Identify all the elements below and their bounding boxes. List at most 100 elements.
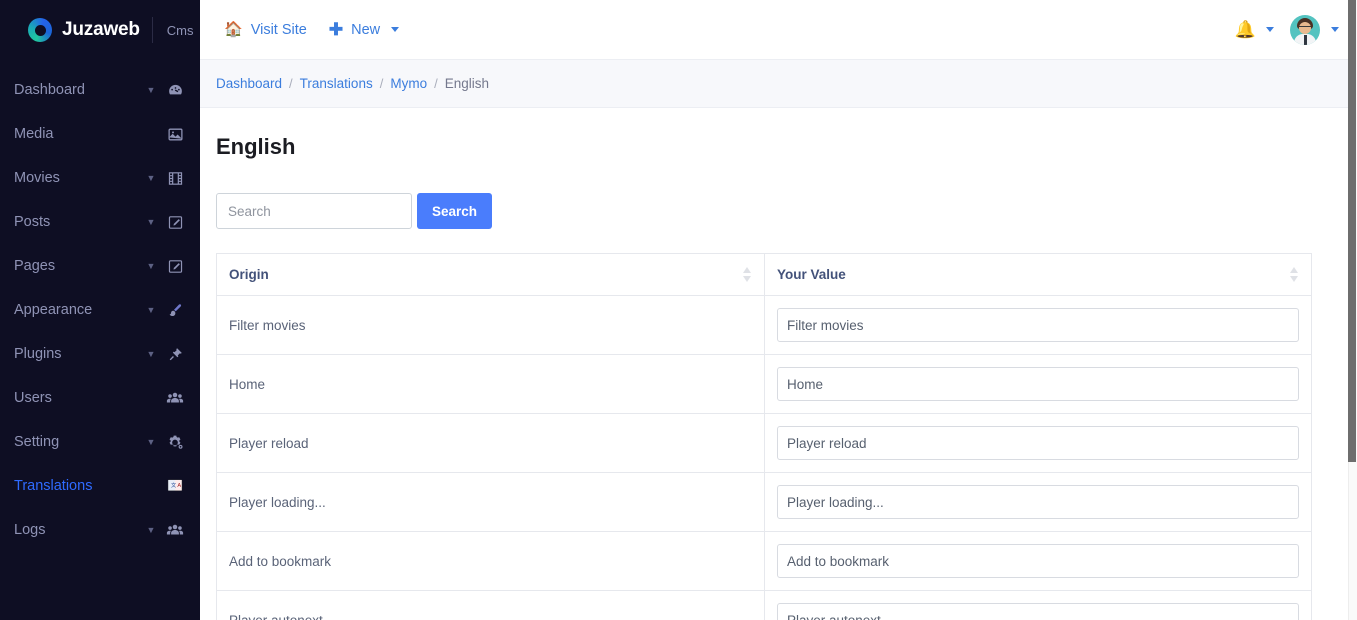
topbar-right: 🔔 (1235, 14, 1339, 45)
sort-arrows-icon[interactable] (743, 267, 752, 282)
sidebar-item-label: Pages (14, 258, 56, 274)
caret-down-icon (1331, 27, 1339, 32)
page-title: English (216, 134, 296, 159)
value-cell (764, 354, 1312, 414)
column-header-origin[interactable]: Origin (216, 253, 765, 296)
sidebar-item-movies[interactable]: Movies ▼ (0, 156, 200, 200)
translate-book-icon: 文A (164, 476, 186, 496)
breadcrumb-separator: / (379, 76, 384, 91)
sidebar: Juzaweb Cms Dashboard ▼ Media Movies ▼ P… (0, 0, 200, 620)
breadcrumb-item-dashboard[interactable]: Dashboard (216, 76, 282, 91)
chevron-down-icon: ▼ (146, 260, 156, 271)
value-cell (764, 531, 1312, 591)
search-input[interactable] (216, 193, 412, 229)
column-header-label: Origin (229, 267, 269, 282)
user-menu-button[interactable] (1290, 14, 1339, 45)
sidebar-item-logs[interactable]: Logs ▼ (0, 508, 200, 552)
chevron-down-icon: ▼ (146, 436, 156, 447)
chevron-down-icon: ▼ (146, 172, 156, 183)
chevron-down-icon: ▼ (146, 304, 156, 315)
value-cell (764, 590, 1312, 620)
content: English Search Origin (200, 108, 1357, 620)
translation-value-input[interactable] (777, 367, 1299, 401)
breadcrumb-item-mymo[interactable]: Mymo (390, 76, 427, 91)
svg-text:A: A (177, 483, 181, 489)
column-header-label: Your Value (777, 267, 846, 282)
table-row: Player reload (216, 413, 1312, 473)
page-scrollbar[interactable] (1348, 0, 1357, 620)
breadcrumb-item-translations[interactable]: Translations (300, 76, 373, 91)
visit-site-button[interactable]: 🏠 Visit Site (224, 22, 307, 38)
paintbrush-icon (164, 300, 186, 320)
value-cell (764, 295, 1312, 355)
sidebar-item-posts[interactable]: Posts ▼ (0, 200, 200, 244)
breadcrumb-item-english: English (444, 76, 489, 91)
origin-cell: Player reload (216, 413, 765, 473)
users-icon (164, 388, 186, 408)
origin-cell: Home (216, 354, 765, 414)
table-row: Player loading... (216, 472, 1312, 532)
search-button[interactable]: Search (417, 193, 493, 229)
table-head: Origin Your Value (216, 253, 1312, 296)
table-row: Home (216, 354, 1312, 414)
sidebar-item-label: Media (14, 126, 54, 142)
users-icon (164, 520, 186, 540)
sidebar-item-pages[interactable]: Pages ▼ (0, 244, 200, 288)
sidebar-item-appearance[interactable]: Appearance ▼ (0, 288, 200, 332)
origin-cell: Player autonext... (216, 590, 765, 620)
chevron-down-icon: ▼ (146, 216, 156, 227)
sidebar-item-label: Plugins (14, 346, 62, 362)
chevron-down-icon: ▼ (146, 348, 156, 359)
translation-value-input[interactable] (777, 308, 1299, 342)
gears-icon (164, 432, 186, 452)
sort-arrows-icon[interactable] (1290, 267, 1299, 282)
breadcrumb-separator: / (289, 76, 293, 91)
pencil-square-icon (164, 212, 186, 232)
brand-logo[interactable]: Juzaweb Cms (0, 0, 200, 60)
sidebar-item-users[interactable]: Users (0, 376, 200, 420)
sidebar-item-translations[interactable]: Translations 文A (0, 464, 200, 508)
topbar: 🏠 Visit Site ✚ New 🔔 (200, 0, 1357, 60)
search-bar: Search (216, 193, 1341, 229)
origin-cell: Add to bookmark (216, 531, 765, 591)
new-menu-button[interactable]: ✚ New (328, 20, 400, 39)
ring-logo-icon (28, 18, 52, 42)
column-header-your-value[interactable]: Your Value (764, 253, 1312, 296)
pencil-square-icon (164, 256, 186, 276)
main-area: 🏠 Visit Site ✚ New 🔔 Dashboard / Transla… (200, 0, 1357, 620)
origin-cell: Filter movies (216, 295, 765, 355)
sidebar-item-label: Setting (14, 434, 60, 450)
caret-down-icon (391, 27, 400, 32)
sidebar-item-plugins[interactable]: Plugins ▼ (0, 332, 200, 376)
translation-value-input[interactable] (777, 544, 1299, 578)
avatar-tie (1303, 34, 1307, 45)
translation-value-input[interactable] (777, 485, 1299, 519)
sidebar-item-label: Translations (14, 478, 93, 494)
origin-cell: Player loading... (216, 472, 765, 532)
plus-icon: ✚ (328, 20, 344, 39)
sidebar-item-label: Users (14, 390, 52, 406)
table-row: Player autonext... (216, 590, 1312, 620)
translation-value-input[interactable] (777, 603, 1299, 620)
translation-value-input[interactable] (777, 426, 1299, 460)
notifications-button[interactable]: 🔔 (1235, 21, 1274, 38)
brand-name: Juzaweb (62, 19, 140, 40)
topbar-left: 🏠 Visit Site ✚ New (224, 20, 400, 39)
translations-table: Origin Your Value Filter movies Filter m… (216, 253, 1312, 620)
chevron-down-icon: ▼ (146, 84, 156, 95)
breadcrumb: Dashboard / Translations / Mymo / Englis… (200, 60, 1357, 108)
breadcrumb-separator: / (434, 76, 438, 91)
sidebar-item-label: Appearance (14, 302, 93, 318)
sidebar-item-label: Dashboard (14, 82, 85, 98)
table-body: Filter movies Home Player reload (216, 295, 1312, 620)
sidebar-item-label: Posts (14, 214, 51, 230)
sidebar-item-label: Logs (14, 522, 46, 538)
caret-down-icon (1266, 27, 1274, 32)
sidebar-item-setting[interactable]: Setting ▼ (0, 420, 200, 464)
film-icon (164, 168, 186, 188)
brand-divider (151, 17, 153, 43)
sidebar-item-dashboard[interactable]: Dashboard ▼ (0, 68, 200, 112)
page-scrollbar-thumb[interactable] (1348, 0, 1356, 462)
sidebar-item-media[interactable]: Media (0, 112, 200, 156)
image-icon (164, 124, 186, 144)
